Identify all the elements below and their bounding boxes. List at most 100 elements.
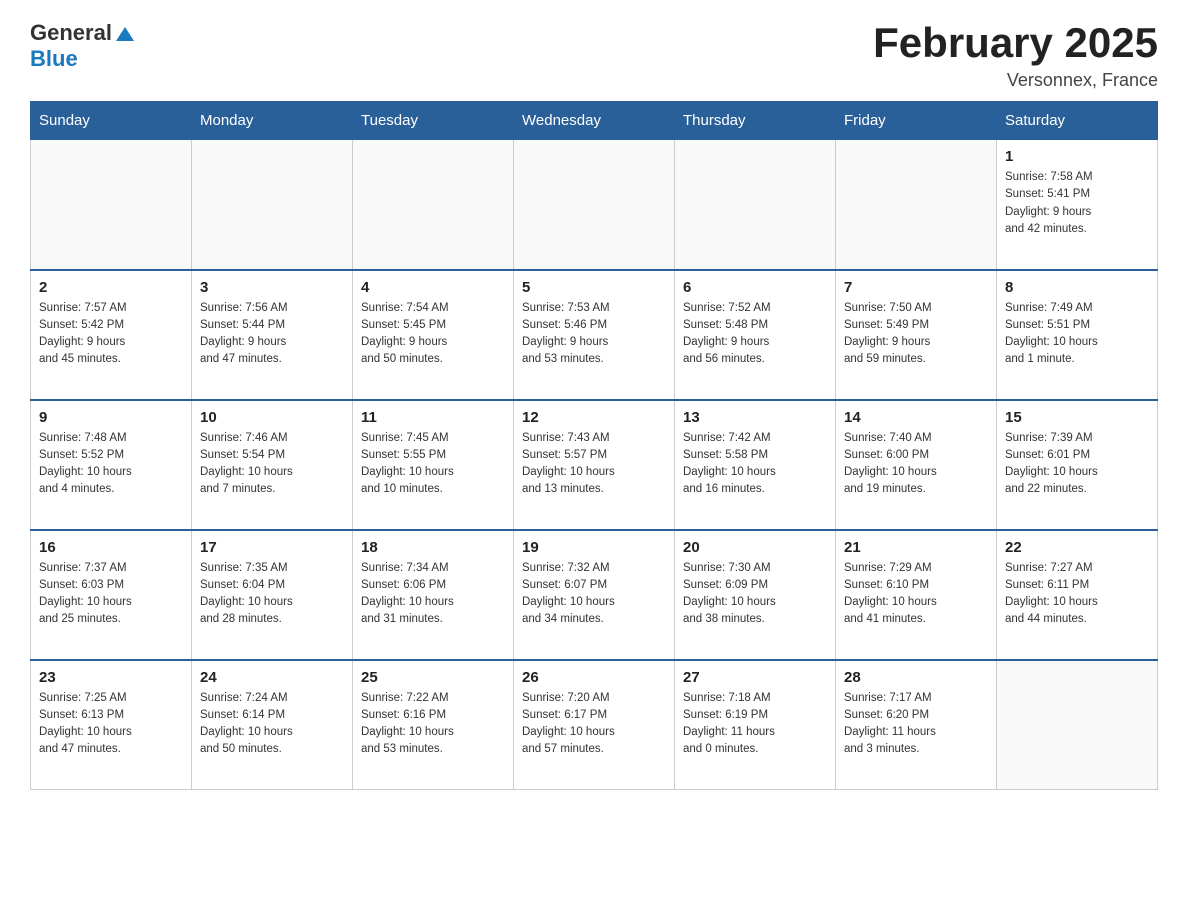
day-number: 27 xyxy=(683,669,827,686)
day-number: 18 xyxy=(361,539,505,556)
day-info: Sunrise: 7:45 AMSunset: 5:55 PMDaylight:… xyxy=(361,430,505,499)
weekday-header-wednesday: Wednesday xyxy=(514,102,675,140)
day-number: 6 xyxy=(683,279,827,296)
calendar-cell: 11 Sunrise: 7:45 AMSunset: 5:55 PMDayligh… xyxy=(353,400,514,530)
calendar-cell: 17Sunrise: 7:35 AMSunset: 6:04 PMDayligh… xyxy=(192,530,353,660)
calendar-cell: 10 Sunrise: 7:46 AMSunset: 5:54 PMDayligh… xyxy=(192,400,353,530)
calendar-cell: 26 Sunrise: 7:20 AMSunset: 6:17 PMDayligh… xyxy=(514,660,675,790)
day-number: 20 xyxy=(683,539,827,556)
day-number: 11 xyxy=(361,409,505,426)
day-number: 16 xyxy=(39,539,183,556)
calendar-cell: 7 Sunrise: 7:50 AMSunset: 5:49 PMDaylight… xyxy=(836,270,997,400)
day-number: 21 xyxy=(844,539,988,556)
day-info: Sunrise: 7:32 AMSunset: 6:07 PMDaylight:… xyxy=(522,560,666,629)
calendar-cell: 5 Sunrise: 7:53 AMSunset: 5:46 PMDaylight… xyxy=(514,270,675,400)
title-section: February 2025 Versonnex, France xyxy=(873,20,1158,91)
logo-general-text: General xyxy=(30,20,112,46)
day-info: Sunrise: 7:43 AMSunset: 5:57 PMDaylight:… xyxy=(522,430,666,499)
calendar-cell: 2 Sunrise: 7:57 AMSunset: 5:42 PMDaylight… xyxy=(31,270,192,400)
day-number: 25 xyxy=(361,669,505,686)
calendar-cell: 27 Sunrise: 7:18 AMSunset: 6:19 PMDayligh… xyxy=(675,660,836,790)
calendar-cell: 3Sunrise: 7:56 AMSunset: 5:44 PMDaylight… xyxy=(192,270,353,400)
day-number: 23 xyxy=(39,669,183,686)
day-info: Sunrise: 7:25 AMSunset: 6:13 PMDaylight:… xyxy=(39,690,183,759)
day-info: Sunrise: 7:24 AMSunset: 6:14 PMDaylight:… xyxy=(200,690,344,759)
day-number: 24 xyxy=(200,669,344,686)
calendar-cell: 8 Sunrise: 7:49 AMSunset: 5:51 PMDaylight… xyxy=(997,270,1158,400)
day-number: 7 xyxy=(844,279,988,296)
calendar-cell: 6 Sunrise: 7:52 AMSunset: 5:48 PMDaylight… xyxy=(675,270,836,400)
page-header: General Blue February 2025 Versonnex, Fr… xyxy=(30,20,1158,91)
day-info: Sunrise: 7:27 AMSunset: 6:11 PMDaylight:… xyxy=(1005,560,1149,629)
day-info: Sunrise: 7:53 AMSunset: 5:46 PMDaylight:… xyxy=(522,300,666,369)
logo-blue-text: Blue xyxy=(30,46,78,71)
day-info: Sunrise: 7:30 AMSunset: 6:09 PMDaylight:… xyxy=(683,560,827,629)
calendar-cell: 19 Sunrise: 7:32 AMSunset: 6:07 PMDayligh… xyxy=(514,530,675,660)
calendar-cell: 28 Sunrise: 7:17 AMSunset: 6:20 PMDayligh… xyxy=(836,660,997,790)
calendar-cell: 4 Sunrise: 7:54 AMSunset: 5:45 PMDaylight… xyxy=(353,270,514,400)
day-info: Sunrise: 7:40 AMSunset: 6:00 PMDaylight:… xyxy=(844,430,988,499)
day-info: Sunrise: 7:20 AMSunset: 6:17 PMDaylight:… xyxy=(522,690,666,759)
calendar-cell: 13 Sunrise: 7:42 AMSunset: 5:58 PMDayligh… xyxy=(675,400,836,530)
day-number: 26 xyxy=(522,669,666,686)
calendar-cell: 9 Sunrise: 7:48 AMSunset: 5:52 PMDaylight… xyxy=(31,400,192,530)
day-info: Sunrise: 7:18 AMSunset: 6:19 PMDaylight:… xyxy=(683,690,827,759)
day-number: 9 xyxy=(39,409,183,426)
day-info: Sunrise: 7:39 AMSunset: 6:01 PMDaylight:… xyxy=(1005,430,1149,499)
calendar-header-row: SundayMondayTuesdayWednesdayThursdayFrid… xyxy=(31,102,1158,140)
calendar-week-row: 16 Sunrise: 7:37 AMSunset: 6:03 PMDayligh… xyxy=(31,530,1158,660)
calendar-cell: 18 Sunrise: 7:34 AMSunset: 6:06 PMDayligh… xyxy=(353,530,514,660)
day-number: 2 xyxy=(39,279,183,296)
weekday-header-thursday: Thursday xyxy=(675,102,836,140)
calendar-cell xyxy=(997,660,1158,790)
weekday-header-tuesday: Tuesday xyxy=(353,102,514,140)
weekday-header-sunday: Sunday xyxy=(31,102,192,140)
logo: General Blue xyxy=(30,20,136,72)
day-number: 15 xyxy=(1005,409,1149,426)
day-info: Sunrise: 7:52 AMSunset: 5:48 PMDaylight:… xyxy=(683,300,827,369)
day-number: 22 xyxy=(1005,539,1149,556)
day-number: 17 xyxy=(200,539,344,556)
calendar-cell xyxy=(31,140,192,270)
calendar-cell: 24 Sunrise: 7:24 AMSunset: 6:14 PMDayligh… xyxy=(192,660,353,790)
day-number: 19 xyxy=(522,539,666,556)
calendar-week-row: 23 Sunrise: 7:25 AMSunset: 6:13 PMDayligh… xyxy=(31,660,1158,790)
calendar-cell xyxy=(192,140,353,270)
day-info: Sunrise: 7:42 AMSunset: 5:58 PMDaylight:… xyxy=(683,430,827,499)
calendar-week-row: 1Sunrise: 7:58 AMSunset: 5:41 PMDaylight… xyxy=(31,140,1158,270)
calendar-cell xyxy=(514,140,675,270)
day-info: Sunrise: 7:22 AMSunset: 6:16 PMDaylight:… xyxy=(361,690,505,759)
day-info: Sunrise: 7:34 AMSunset: 6:06 PMDaylight:… xyxy=(361,560,505,629)
day-number: 10 xyxy=(200,409,344,426)
weekday-header-friday: Friday xyxy=(836,102,997,140)
day-number: 5 xyxy=(522,279,666,296)
day-number: 12 xyxy=(522,409,666,426)
calendar-cell: 25 Sunrise: 7:22 AMSunset: 6:16 PMDayligh… xyxy=(353,660,514,790)
day-number: 3 xyxy=(200,279,344,296)
day-info: Sunrise: 7:29 AMSunset: 6:10 PMDaylight:… xyxy=(844,560,988,629)
day-number: 4 xyxy=(361,279,505,296)
calendar-cell: 12 Sunrise: 7:43 AMSunset: 5:57 PMDayligh… xyxy=(514,400,675,530)
calendar-cell: 14Sunrise: 7:40 AMSunset: 6:00 PMDayligh… xyxy=(836,400,997,530)
day-number: 28 xyxy=(844,669,988,686)
calendar-cell xyxy=(836,140,997,270)
calendar-week-row: 9 Sunrise: 7:48 AMSunset: 5:52 PMDaylight… xyxy=(31,400,1158,530)
day-info: Sunrise: 7:54 AMSunset: 5:45 PMDaylight:… xyxy=(361,300,505,369)
calendar-table: SundayMondayTuesdayWednesdayThursdayFrid… xyxy=(30,101,1158,790)
calendar-cell: 15 Sunrise: 7:39 AMSunset: 6:01 PMDayligh… xyxy=(997,400,1158,530)
calendar-cell xyxy=(675,140,836,270)
day-info: Sunrise: 7:17 AMSunset: 6:20 PMDaylight:… xyxy=(844,690,988,759)
day-info: Sunrise: 7:49 AMSunset: 5:51 PMDaylight:… xyxy=(1005,300,1149,369)
weekday-header-saturday: Saturday xyxy=(997,102,1158,140)
day-info: Sunrise: 7:46 AMSunset: 5:54 PMDaylight:… xyxy=(200,430,344,499)
day-info: Sunrise: 7:48 AMSunset: 5:52 PMDaylight:… xyxy=(39,430,183,499)
day-number: 8 xyxy=(1005,279,1149,296)
day-number: 13 xyxy=(683,409,827,426)
weekday-header-monday: Monday xyxy=(192,102,353,140)
day-info: Sunrise: 7:57 AMSunset: 5:42 PMDaylight:… xyxy=(39,300,183,369)
day-info: Sunrise: 7:50 AMSunset: 5:49 PMDaylight:… xyxy=(844,300,988,369)
day-number: 1 xyxy=(1005,148,1149,165)
day-info: Sunrise: 7:37 AMSunset: 6:03 PMDaylight:… xyxy=(39,560,183,629)
month-title: February 2025 xyxy=(873,20,1158,66)
calendar-cell: 1Sunrise: 7:58 AMSunset: 5:41 PMDaylight… xyxy=(997,140,1158,270)
